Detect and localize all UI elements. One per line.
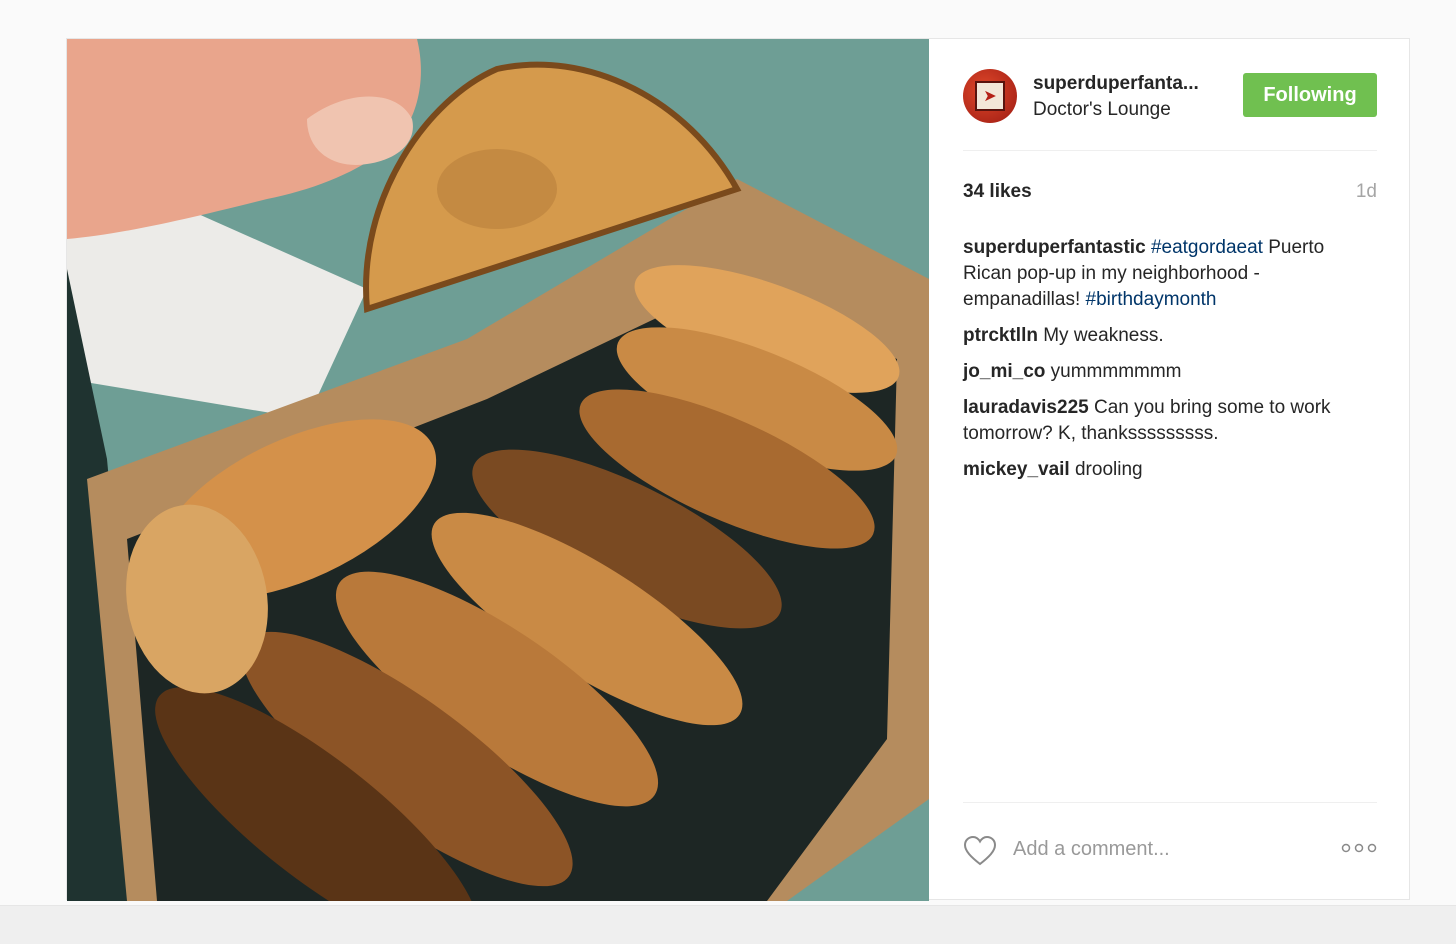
hashtag-link[interactable]: #birthdaymonth (1086, 289, 1217, 310)
hashtag-link[interactable]: #eatgordaeat (1151, 237, 1263, 258)
comment-username[interactable]: mickey_vail (963, 459, 1070, 480)
following-button[interactable]: Following (1243, 73, 1377, 117)
comment-username[interactable]: ptrcktlln (963, 325, 1038, 346)
add-comment-input[interactable]: Add a comment... (1013, 838, 1170, 861)
caption: superduperfantastic #eatgordaeat Puerto … (963, 235, 1377, 313)
username-link[interactable]: superduperfanta... (1033, 73, 1207, 95)
comment-item: ptrcktlln My weakness. (963, 323, 1377, 349)
comment-item: lauradavis225 Can you bring some to work… (963, 395, 1377, 447)
post-photo[interactable] (67, 39, 929, 901)
more-options-icon[interactable] (1341, 841, 1377, 855)
comment-item: jo_mi_co yummmmmmm (963, 359, 1377, 385)
header-divider (963, 150, 1377, 151)
post-header: ➤ superduperfanta... Doctor's Lounge Fol… (963, 69, 1377, 129)
avatar[interactable]: ➤ (963, 69, 1017, 123)
post-card: ➤ superduperfanta... Doctor's Lounge Fol… (66, 38, 1411, 901)
comments-list: superduperfantastic #eatgordaeat Puerto … (963, 235, 1377, 493)
emergency-exit-icon: ➤ (975, 81, 1005, 111)
empanadas-photo (67, 39, 929, 901)
page-bottom-band (0, 905, 1456, 944)
comment-username[interactable]: lauradavis225 (963, 397, 1089, 418)
heart-icon[interactable] (963, 835, 997, 867)
footer-divider (963, 802, 1377, 803)
post-time[interactable]: 1d (1356, 181, 1377, 203)
comment-item: mickey_vail drooling (963, 457, 1377, 483)
comment-text: yummmmmmm (1050, 361, 1182, 382)
add-comment-row: Add a comment... (963, 835, 1377, 869)
post-sidebar: ➤ superduperfanta... Doctor's Lounge Fol… (929, 39, 1411, 901)
comment-text: drooling (1074, 459, 1143, 480)
comment-username[interactable]: jo_mi_co (963, 361, 1045, 382)
likes-count[interactable]: 34 likes (963, 181, 1032, 203)
comment-text: My weakness. (1043, 325, 1164, 346)
caption-username[interactable]: superduperfantastic (963, 237, 1146, 258)
location-link[interactable]: Doctor's Lounge (1033, 99, 1171, 121)
